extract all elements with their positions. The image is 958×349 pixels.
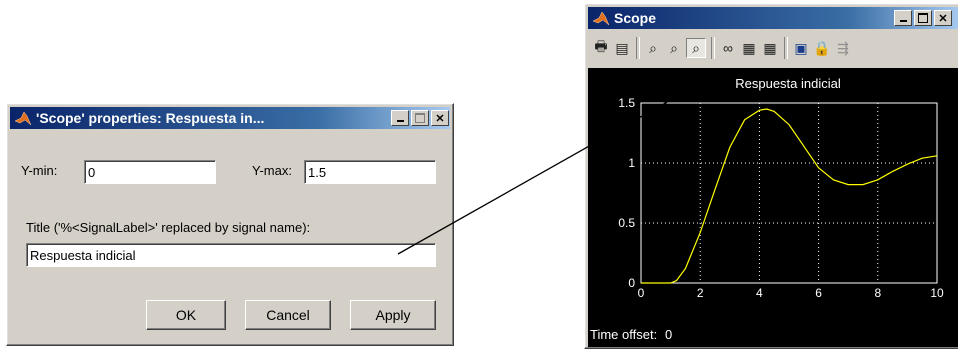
apply-button[interactable]: Apply xyxy=(350,300,436,330)
minimize-icon xyxy=(899,20,907,22)
print-icon[interactable]: 🖶 xyxy=(592,38,610,57)
close-button[interactable]: ✕ xyxy=(934,10,952,26)
plot-axes-frame xyxy=(640,102,938,284)
zoom-x-icon[interactable]: ⌕ xyxy=(665,39,683,57)
scope-titlebar[interactable]: Scope ✕ xyxy=(588,7,958,29)
matlab-logo-icon xyxy=(14,111,32,126)
zoom-y-icon[interactable]: ⌕ xyxy=(686,38,706,58)
x-tick-label: 8 xyxy=(874,286,881,300)
autoscale-binoculars-icon[interactable]: ∞ xyxy=(719,39,737,57)
minimize-icon xyxy=(396,120,404,122)
toolbar-separator xyxy=(784,37,788,59)
scope-toolbar: 🖶 ▤ ⌕ ⌕ ⌕ ∞ ▦ ▦ ▣ 🔒 ⇶ xyxy=(588,31,958,65)
save-axes-icon[interactable]: ▦ xyxy=(740,39,758,57)
parameters-icon[interactable]: ▤ xyxy=(613,39,631,57)
ymin-label: Y-min: xyxy=(21,163,58,178)
dialog-titlebar[interactable]: 'Scope' properties: Respuesta in... ✕ xyxy=(10,107,450,129)
x-tick-label: 2 xyxy=(697,286,704,300)
ymax-input[interactable]: 1.5 xyxy=(304,160,436,184)
lock-icon[interactable]: 🔒 xyxy=(813,39,831,57)
dialog-title: 'Scope' properties: Respuesta in... xyxy=(36,110,265,126)
toolbar-separator xyxy=(636,37,640,59)
minimize-button[interactable] xyxy=(894,10,912,26)
scope-properties-dialog: 'Scope' properties: Respuesta in... ✕ Y-… xyxy=(6,103,454,346)
close-icon: ✕ xyxy=(435,112,445,125)
maximize-button[interactable] xyxy=(914,10,932,26)
matlab-logo-icon xyxy=(592,11,610,26)
y-tick-label: 1 xyxy=(628,156,635,170)
plot-title: Respuesta indicial xyxy=(735,76,841,91)
scope-plot: Respuesta indicial 0 2 4 6 8 10 0 0.5 1 1.5 xyxy=(618,76,944,300)
ok-button[interactable]: OK xyxy=(146,300,226,330)
ymax-label: Y-max: xyxy=(252,163,292,178)
y-tick-label: 0.5 xyxy=(618,216,635,230)
close-icon: ✕ xyxy=(938,12,948,25)
maximize-button[interactable] xyxy=(411,110,429,126)
scope-window: Scope ✕ 🖶 ▤ ⌕ ⌕ ⌕ ∞ ▦ ▦ ▣ 🔒 ⇶ Respuesta … xyxy=(584,3,958,349)
time-offset-value: 0 xyxy=(665,327,673,342)
x-tick-label: 6 xyxy=(815,286,822,300)
y-tick-label: 1.5 xyxy=(618,96,635,110)
y-tick-label: 0 xyxy=(628,276,635,290)
floating-scope-icon[interactable]: ▣ xyxy=(792,39,810,57)
x-tick-label: 0 xyxy=(638,286,645,300)
title-input[interactable]: Respuesta indicial xyxy=(26,243,436,267)
close-button[interactable]: ✕ xyxy=(431,110,449,126)
x-tick-label: 4 xyxy=(756,286,763,300)
minimize-button[interactable] xyxy=(391,110,409,126)
title-label: Title ('%<SignalLabel>' replaced by sign… xyxy=(26,220,311,235)
maximize-icon xyxy=(415,113,425,123)
time-offset-label: Time offset: xyxy=(590,327,658,342)
signal-line xyxy=(641,108,938,284)
scope-plot-area: Respuesta indicial 0 2 4 6 8 10 0 0.5 1 1.5 Time … xyxy=(588,68,958,347)
ymin-input[interactable]: 0 xyxy=(84,160,216,184)
toolbar-separator xyxy=(711,37,715,59)
zoom-icon[interactable]: ⌕ xyxy=(644,39,662,57)
signal-selection-icon[interactable]: ⇶ xyxy=(834,39,852,57)
restore-axes-icon[interactable]: ▦ xyxy=(761,39,779,57)
x-tick-label: 10 xyxy=(930,286,944,300)
cancel-button[interactable]: Cancel xyxy=(245,300,331,330)
maximize-icon xyxy=(918,13,928,23)
scope-title: Scope xyxy=(614,10,657,26)
